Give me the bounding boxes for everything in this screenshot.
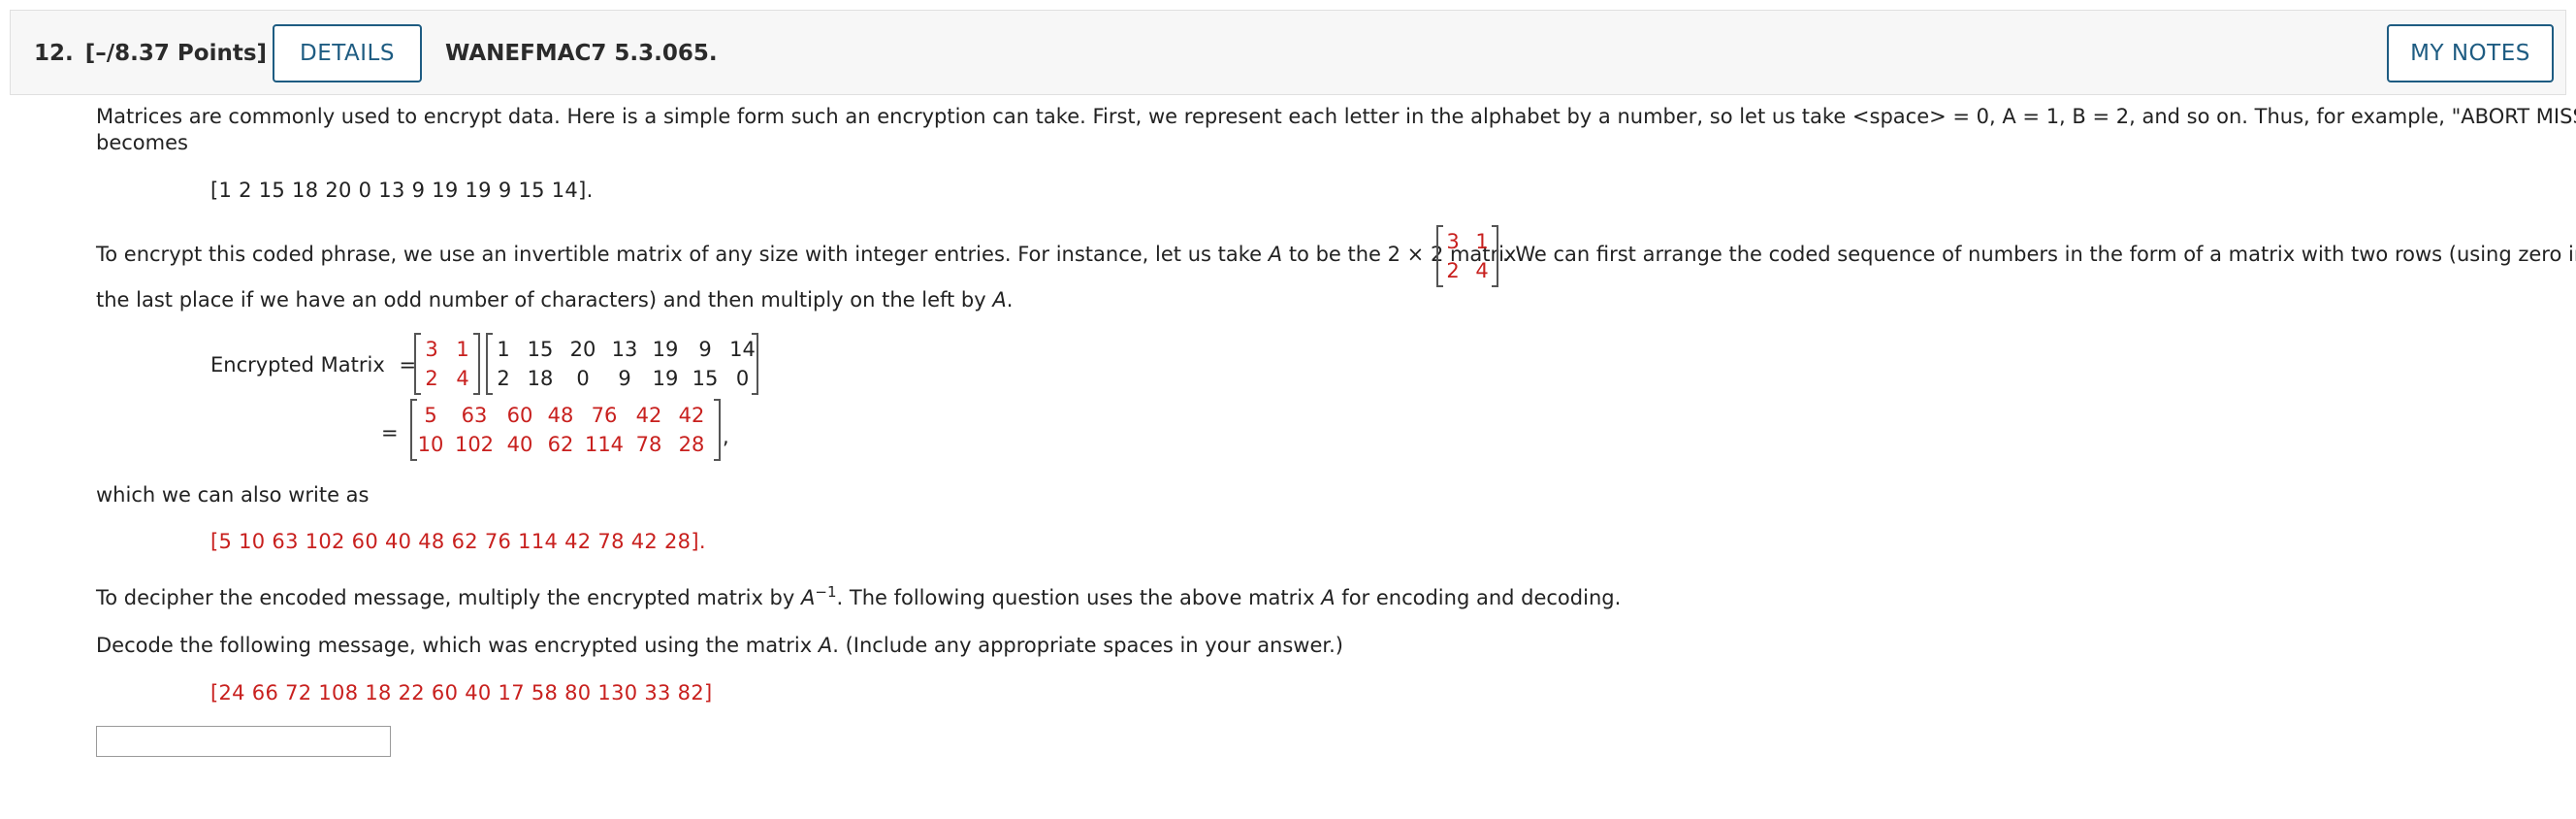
question-number: 12. bbox=[34, 41, 74, 66]
matrix-cell: 2 bbox=[425, 367, 438, 390]
question-title: 12. [–/8.37 Points] bbox=[34, 11, 267, 96]
decipher-text-b: . The following question uses the above … bbox=[836, 586, 1315, 609]
decipher-text-a: To decipher the encoded message, multipl… bbox=[96, 586, 795, 609]
details-button[interactable]: DETAILS bbox=[273, 24, 422, 82]
equals-sign: = bbox=[381, 421, 399, 444]
matrix-coded: 1 15 20 13 19 9 14 2 18 0 9 19 15 0 bbox=[486, 333, 758, 395]
matrix-cell: 9 bbox=[618, 367, 631, 390]
matrix-cell: 13 bbox=[611, 338, 638, 361]
decode-text-a: Decode the following message, which was … bbox=[96, 634, 813, 657]
also-write-text: which we can also write as bbox=[96, 483, 370, 507]
matrix-cell: 19 bbox=[652, 367, 679, 390]
matrix-cell: 18 bbox=[527, 367, 554, 390]
answer-input[interactable] bbox=[96, 726, 391, 757]
trailing-comma: , bbox=[723, 425, 729, 448]
matrix-cell: 4 bbox=[1475, 259, 1489, 282]
matrix-cell: 114 bbox=[584, 433, 625, 456]
matrix-cell: 20 bbox=[569, 338, 596, 361]
encrypted-sequence: [5 10 63 102 60 40 48 62 76 114 42 78 42… bbox=[210, 530, 706, 553]
encrypt-text-c: . We can first arrange the coded sequenc… bbox=[1502, 243, 2576, 266]
matrix-cell: 2 bbox=[1446, 259, 1460, 282]
decode-instruction: Decode the following message, which was … bbox=[96, 632, 1343, 659]
matrix-cell: 15 bbox=[527, 338, 554, 361]
matrix-cell: 76 bbox=[591, 404, 618, 427]
matrix-cell: 1 bbox=[456, 338, 469, 361]
matrix-cell: 62 bbox=[547, 433, 574, 456]
matrix-cell: 19 bbox=[652, 338, 679, 361]
encoded-message: [24 66 72 108 18 22 60 40 17 58 80 130 3… bbox=[210, 681, 713, 704]
encrypted-label: Encrypted Matrix bbox=[210, 353, 385, 377]
matrix-cell: 3 bbox=[1446, 230, 1460, 253]
matrix-cell: 15 bbox=[692, 367, 719, 390]
encrypted-matrix-label: Encrypted Matrix = bbox=[210, 351, 416, 378]
variable-a: A bbox=[818, 634, 833, 657]
period: . bbox=[1006, 288, 1014, 311]
matrix-cell: 4 bbox=[456, 367, 469, 390]
matrix-cell: 1 bbox=[1475, 230, 1489, 253]
encrypt-line2-text: the last place if we have an odd number … bbox=[96, 288, 986, 311]
my-notes-button[interactable]: MY NOTES bbox=[2387, 24, 2554, 82]
matrix-cell: 2 bbox=[497, 367, 510, 390]
matrix-cell: 14 bbox=[729, 338, 756, 361]
matrix-a: 3124 bbox=[414, 333, 480, 395]
matrix-cell: 10 bbox=[417, 433, 444, 456]
matrix-cell: 42 bbox=[635, 404, 662, 427]
encrypt-text-line-2: the last place if we have an odd number … bbox=[96, 286, 1013, 313]
matrix-cell: 0 bbox=[576, 367, 590, 390]
matrix-cell: 48 bbox=[547, 404, 574, 427]
matrix-cell: 9 bbox=[698, 338, 712, 361]
variable-a: A bbox=[992, 288, 1007, 311]
intro-line-1: Matrices are commonly used to encrypt da… bbox=[96, 105, 2576, 128]
variable-a: A bbox=[1321, 586, 1336, 609]
matrix-cell: 40 bbox=[506, 433, 533, 456]
encrypt-text-line-1: To encrypt this coded phrase, we use an … bbox=[96, 241, 1516, 268]
decipher-text-c: for encoding and decoding. bbox=[1341, 586, 1622, 609]
matrix-cell: 0 bbox=[735, 367, 750, 390]
matrix-result: 5 63 60 48 76 42 42 10 102 40 62 114 78 28 bbox=[410, 399, 721, 461]
variable-a: A bbox=[801, 586, 816, 609]
question-id: WANEFMAC7 5.3.065. bbox=[445, 41, 718, 66]
matrix-cell: 1 bbox=[497, 338, 510, 361]
inverse-exponent: −1 bbox=[815, 583, 837, 601]
encrypt-text-a: To encrypt this coded phrase, we use an … bbox=[96, 243, 1263, 266]
question-header: 12. [–/8.37 Points] DETAILS WANEFMAC7 5.… bbox=[10, 10, 2566, 95]
decode-text-b: . (Include any appropriate spaces in you… bbox=[832, 634, 1343, 657]
matrix-cell: 102 bbox=[454, 433, 495, 456]
variable-a: A bbox=[1268, 243, 1283, 266]
decipher-text: To decipher the encoded message, multipl… bbox=[96, 578, 1621, 611]
matrix-cell: 78 bbox=[635, 433, 662, 456]
intro-line-2: becomes bbox=[96, 131, 188, 154]
matrix-cell: 3 bbox=[425, 338, 438, 361]
question-points: [–/8.37 Points] bbox=[84, 41, 268, 66]
coded-sequence: [1 2 15 18 20 0 13 9 19 19 9 15 14]. bbox=[210, 179, 594, 202]
matrix-a-inline: 3124 bbox=[1436, 225, 1498, 287]
matrix-cell: 42 bbox=[678, 404, 705, 427]
matrix-cell: 63 bbox=[461, 404, 488, 427]
matrix-cell: 5 bbox=[424, 404, 437, 427]
matrix-cell: 60 bbox=[506, 404, 533, 427]
matrix-cell: 28 bbox=[678, 433, 705, 456]
